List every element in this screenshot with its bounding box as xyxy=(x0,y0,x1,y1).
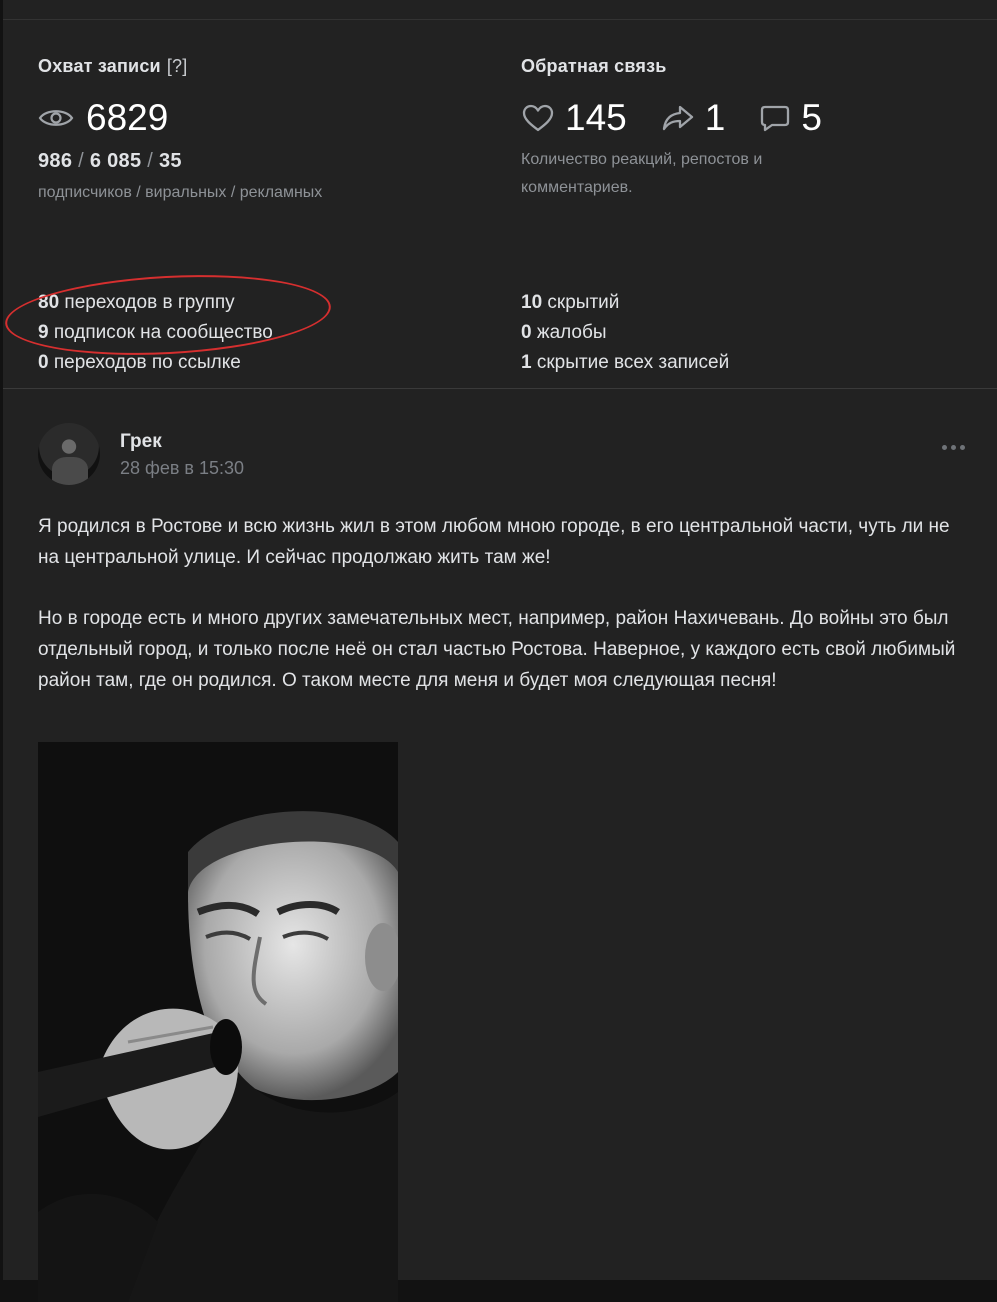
feedback-row: 145 1 5 xyxy=(521,96,961,140)
eye-icon xyxy=(38,107,74,129)
reach-viral: 6 085 xyxy=(89,150,142,172)
group-visits-line: 80 переходов в группу xyxy=(38,292,235,313)
views-row: 6829 xyxy=(38,96,478,140)
reach-breakdown: 986 / 6 085 / 35 xyxy=(38,150,478,173)
post-text: Я родился в Ростове и всю жизнь жил в эт… xyxy=(38,511,973,726)
post-photo[interactable] xyxy=(38,742,398,1302)
post-author[interactable]: Грек xyxy=(120,431,162,453)
avatar[interactable] xyxy=(38,423,100,485)
feedback-section: Обратная связь 145 1 5 Количество реакци… xyxy=(521,56,961,202)
post-date[interactable]: 28 фев в 15:30 xyxy=(120,458,244,479)
reach-title: Охват записи [?] xyxy=(38,56,478,80)
avatar-figure xyxy=(52,457,88,485)
comment-icon xyxy=(759,103,791,133)
post-paragraph: Но в городе есть и много других замечате… xyxy=(38,608,956,691)
reach-separator: / xyxy=(72,150,90,172)
reach-separator: / xyxy=(141,150,159,172)
views-count: 6829 xyxy=(86,97,169,138)
reposts-count: 1 xyxy=(704,97,726,138)
share-icon xyxy=(661,103,695,133)
reposts-metric: 1 xyxy=(661,97,726,139)
reach-subscribers: 986 xyxy=(38,150,73,172)
hides-line: 10 скрытий xyxy=(521,292,620,313)
reach-title-text: Охват записи xyxy=(38,56,161,76)
post-stats-panel: Охват записи [?] 6829 986 / 6 085 / 35 по… xyxy=(3,20,997,388)
likes-metric: 145 xyxy=(521,97,627,139)
post-card: Грек 28 фев в 15:30 Я родился в Ростове … xyxy=(3,389,997,1302)
app-frame: Охват записи [?] 6829 986 / 6 085 / 35 по… xyxy=(3,0,997,1302)
hide-all-line: 1 скрытие всех записей xyxy=(521,352,730,373)
reach-caption: подписчиков / виральных / рекламных xyxy=(38,184,323,201)
more-dots-icon[interactable] xyxy=(942,445,965,450)
link-visits-line: 0 переходов по ссылке xyxy=(38,352,241,373)
comments-count: 5 xyxy=(801,97,822,138)
singer-photo-illustration xyxy=(38,742,398,1302)
feedback-caption: Количество реакций, репостов и комментар… xyxy=(521,151,763,196)
comments-metric: 5 xyxy=(759,97,822,139)
reach-help-link[interactable]: [?] xyxy=(167,56,188,76)
negative-stats: 10 скрытий 0 жалобы 1 скрытие всех запис… xyxy=(521,288,729,378)
conversion-stats: 80 переходов в группу 9 подписок на сооб… xyxy=(38,288,273,378)
feedback-title: Обратная связь xyxy=(521,56,667,76)
reports-line: 0 жалобы xyxy=(521,322,607,343)
heart-icon xyxy=(521,103,555,133)
reach-section: Охват записи [?] 6829 986 / 6 085 / 35 по… xyxy=(38,56,478,207)
subscriptions-line: 9 подписок на сообщество xyxy=(38,322,273,343)
post-paragraph: Я родился в Ростове и всю жизнь жил в эт… xyxy=(38,516,950,568)
reach-ads: 35 xyxy=(159,150,182,172)
likes-count: 145 xyxy=(565,97,627,138)
